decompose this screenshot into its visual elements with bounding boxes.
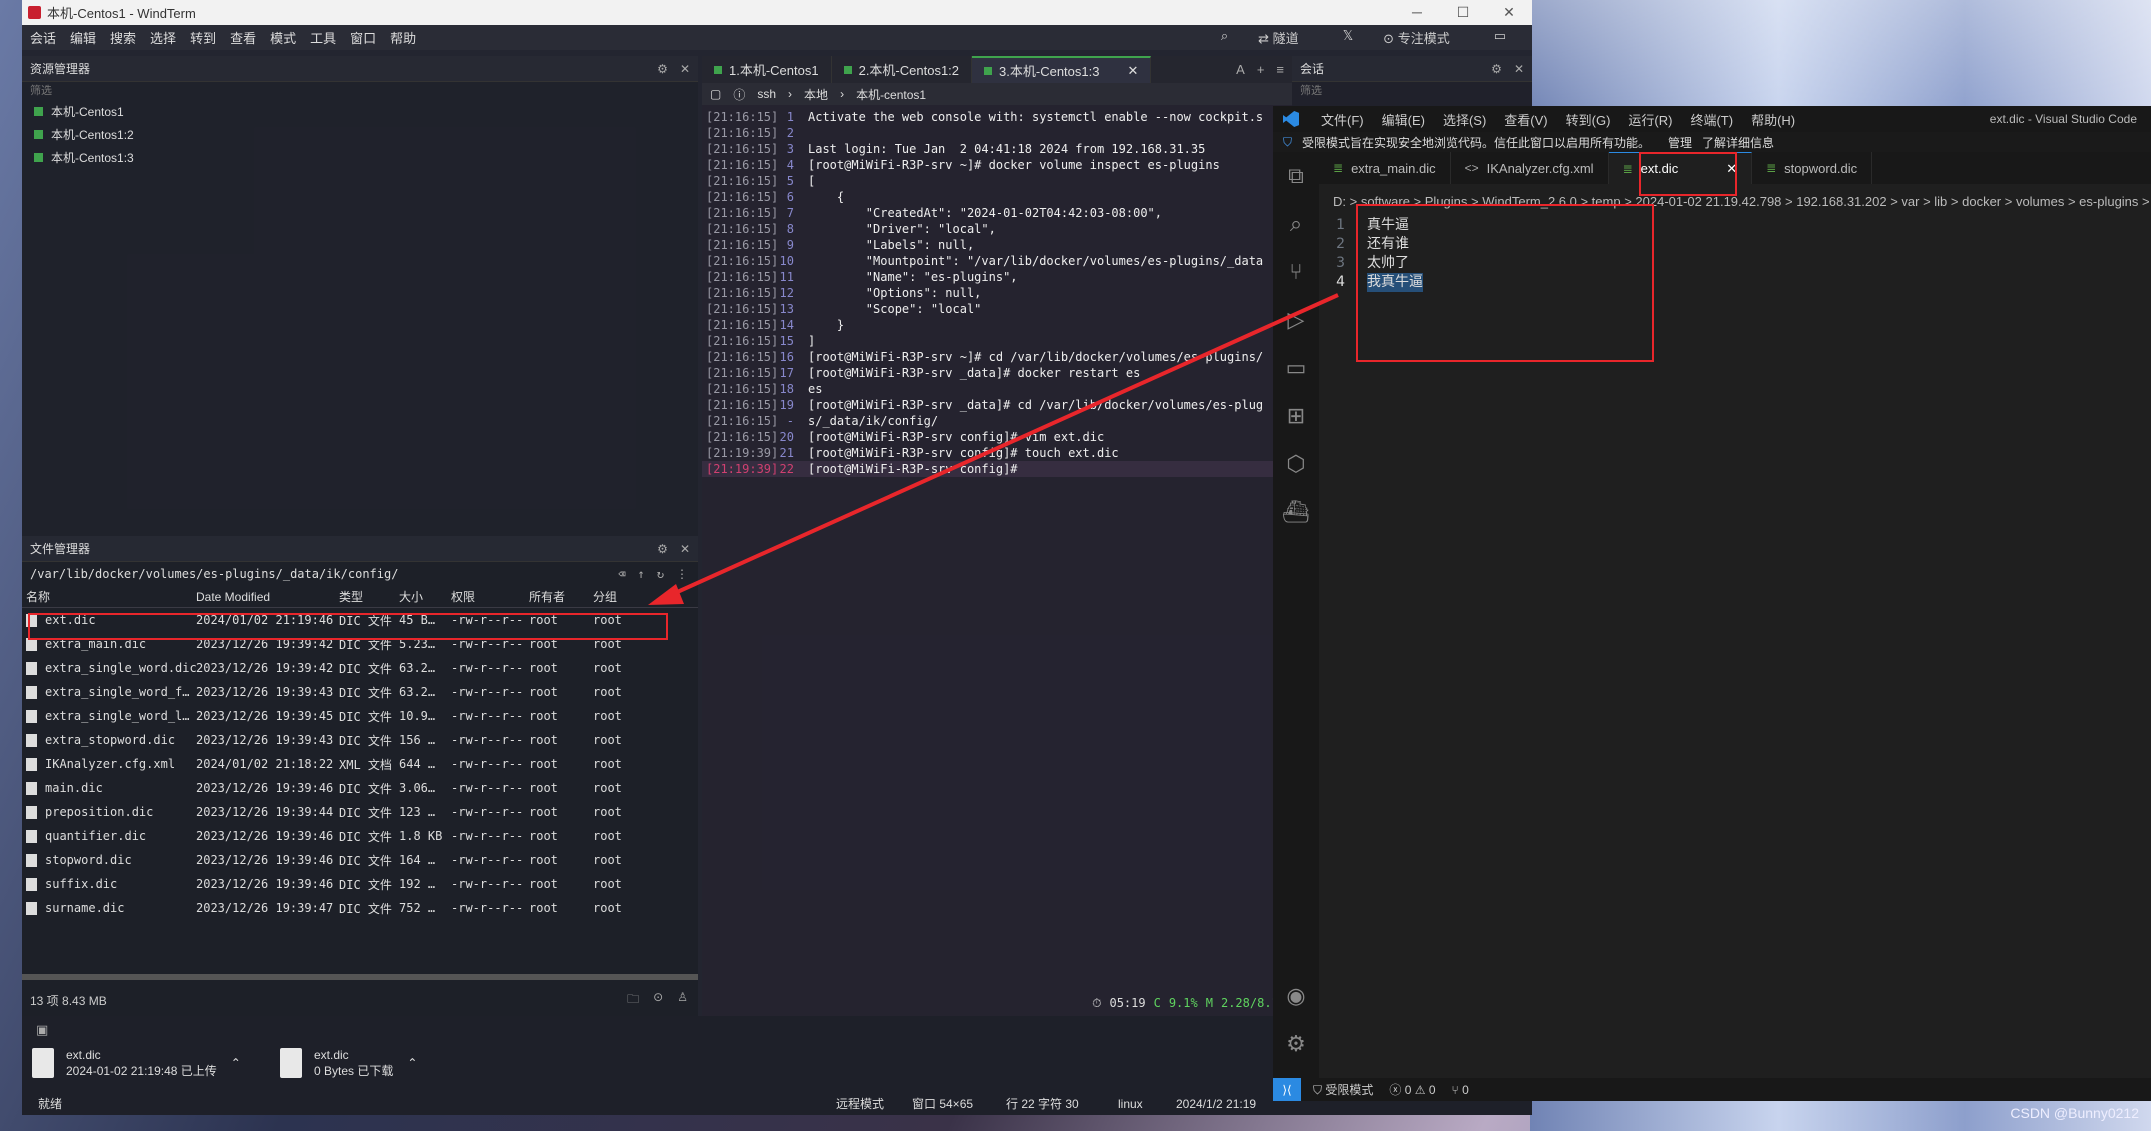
watermark: CSDN @Bunny0212 [2010, 1105, 2139, 1121]
annotation-arrow [648, 293, 1339, 605]
